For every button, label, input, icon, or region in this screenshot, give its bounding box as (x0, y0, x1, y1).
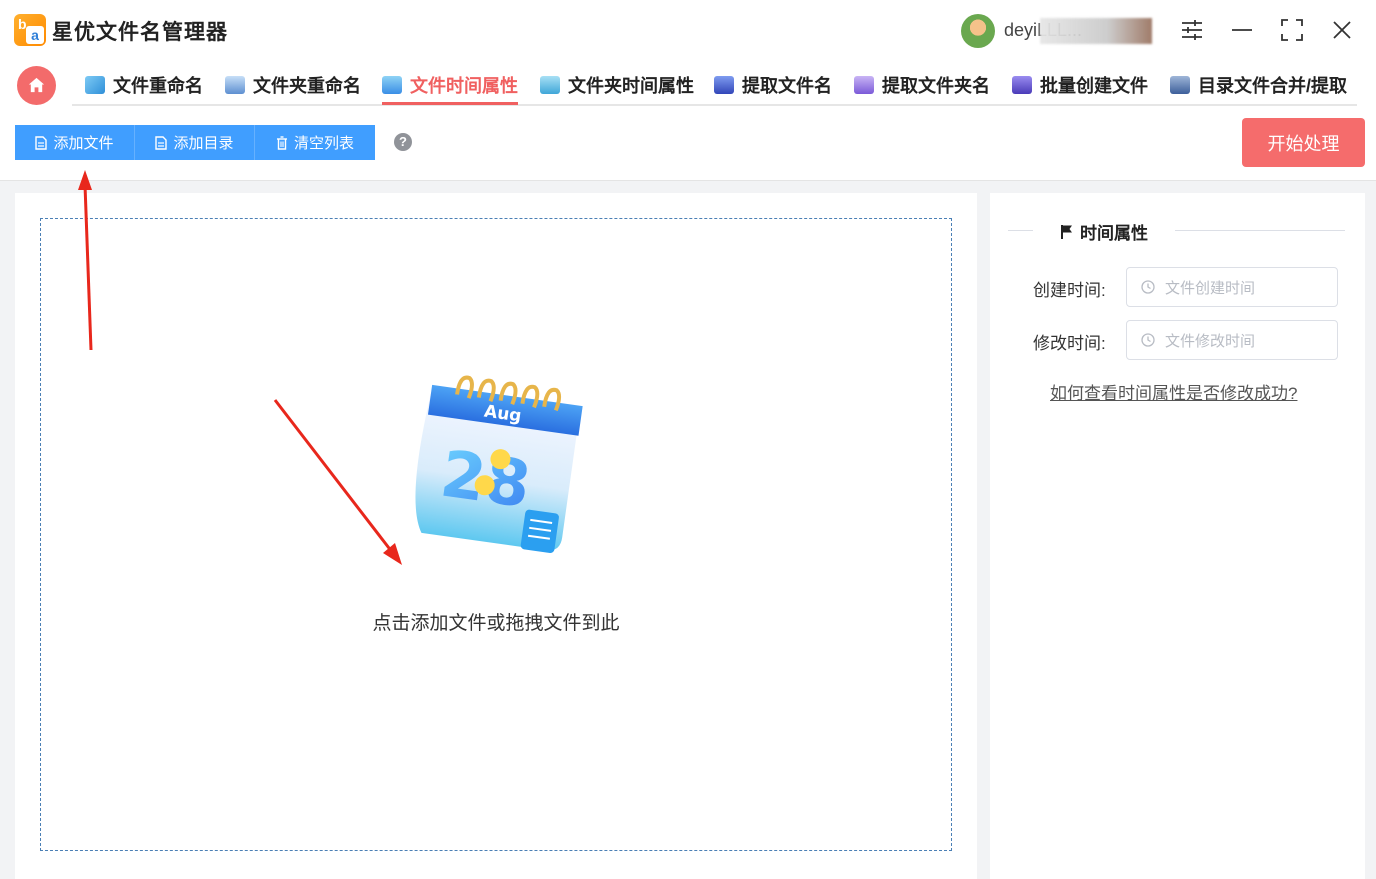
clock-icon (1141, 280, 1155, 294)
start-process-button[interactable]: 开始处理 (1242, 118, 1365, 167)
settings-sliders-icon[interactable] (1178, 16, 1206, 44)
tab-label: 文件夹时间属性 (568, 76, 694, 96)
section-title-label: 时间属性 (1080, 224, 1148, 243)
flag-icon (1061, 224, 1072, 239)
extract-filename-icon (714, 76, 734, 94)
modified-time-placeholder: 文件修改时间 (1165, 332, 1256, 350)
tab-label: 批量创建文件 (1040, 76, 1148, 96)
close-icon[interactable] (1328, 16, 1356, 44)
calendar-illustration-icon: Aug 28 (415, 375, 583, 553)
app-title: 星优文件名管理器 (52, 21, 228, 44)
section-divider-right (1175, 230, 1345, 231)
home-button[interactable] (17, 66, 56, 105)
add-file-label: 添加文件 (53, 135, 114, 152)
folder-time-icon (540, 76, 560, 94)
username-redaction (1040, 18, 1152, 44)
tab-batch-create[interactable]: 批量创建文件 (1012, 66, 1148, 104)
folder-rename-icon (225, 76, 245, 94)
section-title: 时间属性 (1060, 219, 1148, 244)
title-bar: b a 星优文件名管理器 deyiLLL... (0, 0, 1376, 58)
add-directory-label: 添加目录 (173, 135, 234, 152)
clear-list-label: 清空列表 (293, 135, 354, 152)
tab-label: 文件时间属性 (410, 76, 518, 96)
trash-icon (276, 135, 287, 150)
clock-icon (1141, 333, 1155, 347)
user-avatar[interactable] (961, 14, 995, 48)
nav-divider (72, 104, 1357, 106)
batch-create-icon (1012, 76, 1032, 94)
file-icon (155, 135, 168, 150)
tab-folder-rename[interactable]: 文件夹重命名 (225, 66, 361, 104)
add-directory-button[interactable]: 添加目录 (135, 125, 255, 160)
modified-time-field[interactable]: 文件修改时间 (1126, 320, 1338, 360)
modified-time-label: 修改时间: (1033, 334, 1106, 353)
file-icon (35, 135, 48, 150)
tab-merge-extract[interactable]: 目录文件合并/提取 (1170, 66, 1347, 104)
tab-label: 目录文件合并/提取 (1198, 76, 1348, 96)
file-toolbar: 添加文件 添加目录 清空列表 (15, 125, 375, 160)
tab-label: 文件夹重命名 (253, 76, 361, 96)
extract-foldername-icon (854, 76, 874, 94)
section-divider-left (1008, 230, 1033, 231)
help-question-icon[interactable]: ? (394, 133, 412, 151)
tab-folder-time[interactable]: 文件夹时间属性 (540, 66, 694, 104)
tab-label: 提取文件名 (742, 76, 832, 96)
document-rename-icon (85, 76, 105, 94)
minimize-icon[interactable] (1228, 16, 1256, 44)
app-logo-icon: b a (14, 14, 46, 46)
maximize-icon[interactable] (1278, 16, 1306, 44)
created-time-placeholder: 文件创建时间 (1165, 279, 1256, 297)
home-icon (28, 77, 45, 93)
tab-extract-foldername[interactable]: 提取文件夹名 (854, 66, 990, 104)
created-time-label: 创建时间: (1033, 281, 1106, 300)
tab-label: 提取文件夹名 (882, 76, 990, 96)
file-time-icon (382, 76, 402, 94)
clear-list-button[interactable]: 清空列表 (255, 125, 375, 160)
time-check-help-link[interactable]: 如何查看时间属性是否修改成功? (1050, 379, 1297, 404)
add-file-button[interactable]: 添加文件 (15, 125, 135, 160)
tab-extract-filename[interactable]: 提取文件名 (714, 66, 832, 104)
merge-extract-icon (1170, 76, 1190, 94)
drop-hint-text: 点击添加文件或拖拽文件到此 (372, 613, 620, 634)
created-time-field[interactable]: 文件创建时间 (1126, 267, 1338, 307)
tab-file-time[interactable]: 文件时间属性 (382, 66, 518, 105)
tab-label: 文件重命名 (113, 76, 203, 96)
tab-file-rename[interactable]: 文件重命名 (85, 66, 203, 104)
